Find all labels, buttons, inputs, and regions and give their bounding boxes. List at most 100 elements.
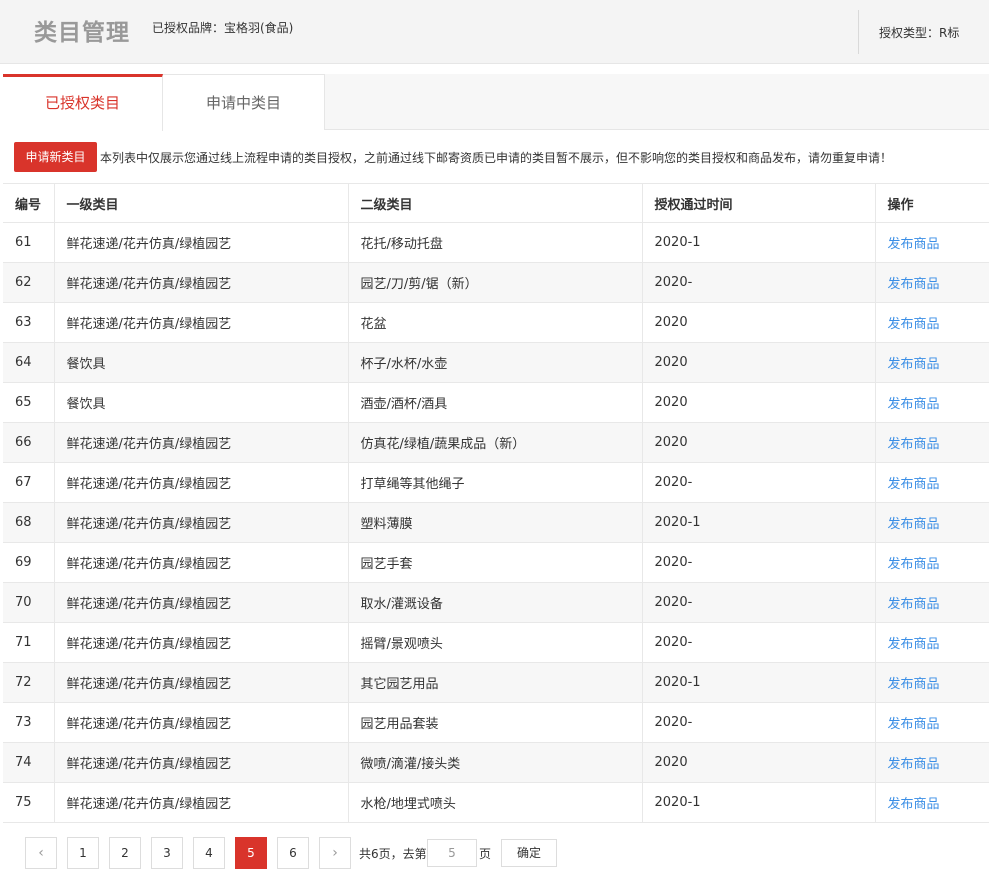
table-row: 63 鲜花速递/花卉仿真/绿植园艺 花盆 2020 发布商品 xyxy=(3,302,989,343)
publish-product-link[interactable]: 发布商品 xyxy=(875,382,989,423)
cell-category-level2: 取水/灌溉设备 xyxy=(348,582,643,623)
goto-page-input[interactable] xyxy=(427,839,477,867)
publish-product-link[interactable]: 发布商品 xyxy=(875,542,989,583)
table-row: 68 鲜花速递/花卉仿真/绿植园艺 塑料薄膜 2020-1 发布商品 xyxy=(3,502,989,543)
publish-product-link[interactable]: 发布商品 xyxy=(875,462,989,503)
table-row: 70 鲜花速递/花卉仿真/绿植园艺 取水/灌溉设备 2020- 发布商品 xyxy=(3,582,989,623)
cell-auth-time: 2020- xyxy=(642,702,876,743)
page-header: 类目管理 已授权品牌：宝格羽(食品) 授权类型：R标 xyxy=(0,0,989,64)
cell-category-level2: 杯子/水杯/水壶 xyxy=(348,342,643,383)
publish-product-link[interactable]: 发布商品 xyxy=(875,742,989,783)
table-row: 66 鲜花速递/花卉仿真/绿植园艺 仿真花/绿植/蔬果成品（新） 2020 发布商品 xyxy=(3,422,989,463)
cell-id: 66 xyxy=(3,422,55,463)
chevron-right-icon: › xyxy=(332,845,338,861)
publish-product-link[interactable]: 发布商品 xyxy=(875,502,989,543)
publish-product-link[interactable]: 发布商品 xyxy=(875,342,989,383)
cell-id: 71 xyxy=(3,622,55,663)
page-button-5-current[interactable]: 5 xyxy=(235,837,267,869)
cell-auth-time: 2020 xyxy=(642,342,876,383)
publish-product-link[interactable]: 发布商品 xyxy=(875,702,989,743)
cell-auth-time: 2020 xyxy=(642,422,876,463)
category-table: 编号 一级类目 二级类目 授权通过时间 操作 61 鲜花速递/花卉仿真/绿植园艺花… xyxy=(3,183,989,823)
cell-id: 64 xyxy=(3,342,55,383)
table-row: 67 鲜花速递/花卉仿真/绿植园艺 打草绳等其他绳子 2020- 发布商品 xyxy=(3,462,989,503)
column-header-category-level2: 二级类目 xyxy=(348,183,643,223)
page-suffix-text: 页 xyxy=(479,847,492,861)
cell-category-level2: 摇臂/景观喷头 xyxy=(348,622,643,663)
page-button-2[interactable]: 2 xyxy=(109,837,141,869)
publish-product-link[interactable]: 发布商品 xyxy=(875,582,989,623)
cell-category-level1: 鲜花速递/花卉仿真/绿植园艺 xyxy=(54,702,349,743)
cell-auth-time: 2020- xyxy=(642,622,876,663)
publish-product-link[interactable]: 发布商品 xyxy=(875,422,989,463)
notice-message: 本列表中仅展示您通过线上流程申请的类目授权，之前通过线下邮寄资质已申请的类目暂不… xyxy=(100,151,893,165)
cell-id: 72 xyxy=(3,662,55,703)
cell-id: 63 xyxy=(3,302,55,343)
column-header-action: 操作 xyxy=(875,183,989,223)
table-row: 72 鲜花速递/花卉仿真/绿植园艺 其它园艺用品 2020-1 发布商品 xyxy=(3,662,989,703)
page-button-6[interactable]: 6 xyxy=(277,837,309,869)
cell-auth-time: 2020-1 xyxy=(642,502,876,543)
cell-category-level1: 鲜花速递/花卉仿真/绿植园艺 xyxy=(54,622,349,663)
authorized-brand: 已授权品牌：宝格羽(食品) xyxy=(152,21,294,35)
tab-authorized-categories[interactable]: 已授权类目 xyxy=(3,74,163,131)
notice-bar: 申请新类目 本列表中仅展示您通过线上流程申请的类目授权，之前通过线下邮寄资质已申… xyxy=(14,142,984,172)
publish-product-link[interactable]: 发布商品 xyxy=(875,262,989,303)
cell-category-level1: 鲜花速递/花卉仿真/绿植园艺 xyxy=(54,542,349,583)
cell-category-level1: 鲜花速递/花卉仿真/绿植园艺 xyxy=(54,742,349,783)
total-pages-text: 共6页，去第 xyxy=(359,847,427,861)
table-row: 71 鲜花速递/花卉仿真/绿植园艺 摇臂/景观喷头 2020- 发布商品 xyxy=(3,622,989,663)
cell-category-level1: 鲜花速递/花卉仿真/绿植园艺 xyxy=(54,782,349,823)
cell-category-level1: 鲜花速递/花卉仿真/绿植园艺 xyxy=(54,222,349,263)
cell-category-level2: 塑料薄膜 xyxy=(348,502,643,543)
cell-category-level2: 花托/移动托盘 xyxy=(348,222,643,263)
cell-category-level2: 其它园艺用品 xyxy=(348,662,643,703)
next-page-button[interactable]: › xyxy=(319,837,351,869)
table-row: 75 鲜花速递/花卉仿真/绿植园艺 水枪/地埋式喷头 2020-1 发布商品 xyxy=(3,782,989,823)
cell-auth-time: 2020- xyxy=(642,262,876,303)
publish-product-link[interactable]: 发布商品 xyxy=(875,662,989,703)
cell-auth-time: 2020 xyxy=(642,302,876,343)
column-header-id: 编号 xyxy=(3,183,55,223)
cell-id: 74 xyxy=(3,742,55,783)
apply-new-category-button[interactable]: 申请新类目 xyxy=(14,142,97,172)
cell-category-level1: 鲜花速递/花卉仿真/绿植园艺 xyxy=(54,662,349,703)
cell-auth-time: 2020 xyxy=(642,382,876,423)
prev-page-button[interactable]: ‹ xyxy=(25,837,57,869)
cell-id: 62 xyxy=(3,262,55,303)
cell-category-level2: 园艺手套 xyxy=(348,542,643,583)
cell-id: 67 xyxy=(3,462,55,503)
cell-category-level2: 园艺/刀/剪/锯（新） xyxy=(348,262,643,303)
table-row: 64 餐饮具 杯子/水杯/水壶 2020 发布商品 xyxy=(3,342,989,383)
cell-id: 70 xyxy=(3,582,55,623)
cell-category-level1: 鲜花速递/花卉仿真/绿植园艺 xyxy=(54,582,349,623)
cell-auth-time: 2020-1 xyxy=(642,662,876,703)
page-button-1[interactable]: 1 xyxy=(67,837,99,869)
page-button-4[interactable]: 4 xyxy=(193,837,225,869)
table-header-row: 编号 一级类目 二级类目 授权通过时间 操作 xyxy=(3,183,989,223)
chevron-left-icon: ‹ xyxy=(38,845,44,861)
table-row: 73 鲜花速递/花卉仿真/绿植园艺 园艺用品套装 2020- 发布商品 xyxy=(3,702,989,743)
cell-auth-time: 2020 xyxy=(642,742,876,783)
publish-product-link[interactable]: 发布商品 xyxy=(875,622,989,663)
pagination: ‹ 1 2 3 4 5 6 › 共6页，去第 页 确定 xyxy=(25,837,985,869)
table-row: 61 鲜花速递/花卉仿真/绿植园艺 花托/移动托盘 2020-1 发布商品 xyxy=(3,222,989,263)
cell-category-level2: 酒壶/酒杯/酒具 xyxy=(348,382,643,423)
cell-auth-time: 2020- xyxy=(642,542,876,583)
cell-id: 65 xyxy=(3,382,55,423)
cell-category-level2: 打草绳等其他绳子 xyxy=(348,462,643,503)
tab-pending-categories[interactable]: 申请中类目 xyxy=(163,74,325,130)
cell-category-level2: 园艺用品套装 xyxy=(348,702,643,743)
cell-auth-time: 2020- xyxy=(642,462,876,503)
publish-product-link[interactable]: 发布商品 xyxy=(875,782,989,823)
publish-product-link[interactable]: 发布商品 xyxy=(875,302,989,343)
column-header-category-level1: 一级类目 xyxy=(54,183,349,223)
cell-category-level2: 微喷/滴灌/接头类 xyxy=(348,742,643,783)
header-divider xyxy=(858,10,859,54)
publish-product-link[interactable]: 发布商品 xyxy=(875,222,989,263)
cell-category-level2: 花盆 xyxy=(348,302,643,343)
cell-id: 68 xyxy=(3,502,55,543)
authorization-type: 授权类型：R标 xyxy=(879,26,960,40)
confirm-goto-button[interactable]: 确定 xyxy=(501,839,557,867)
page-button-3[interactable]: 3 xyxy=(151,837,183,869)
